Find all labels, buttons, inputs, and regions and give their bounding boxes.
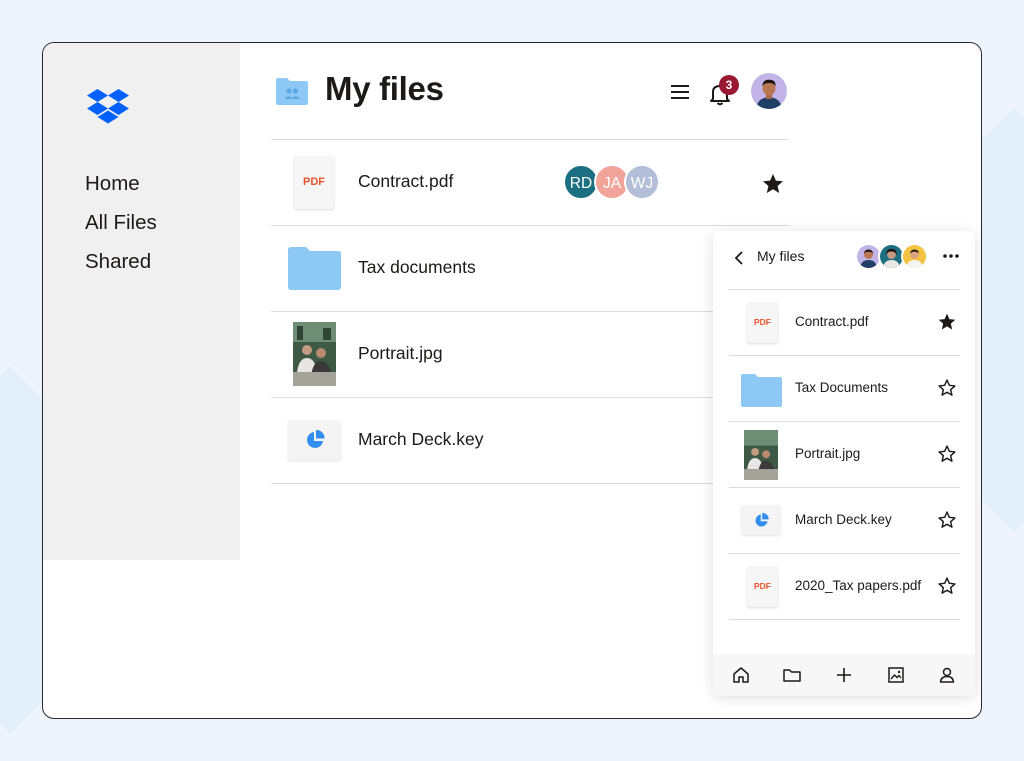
dropbox-logo-icon[interactable] [87,88,129,124]
star-outline-icon[interactable] [937,378,957,398]
plus-icon[interactable] [834,665,854,685]
sidebar: Home All Files Shared [43,43,240,560]
file-name: March Deck.key [795,512,892,527]
collaborator-avatar[interactable]: WJ [624,164,660,200]
panel-header: My files [713,231,975,291]
panel-file-row[interactable]: Tax Documents [729,356,960,422]
notification-badge: 3 [719,75,739,95]
panel-file-row[interactable]: PDF 2020_Tax papers.pdf [729,554,960,620]
sidebar-item-home[interactable]: Home [85,171,157,210]
file-name: 2020_Tax papers.pdf [795,578,922,593]
keynote-file-icon [288,420,341,460]
file-row[interactable]: Tax documents [271,226,789,312]
sidebar-nav: Home All Files Shared [85,171,157,288]
photo-thumbnail [293,322,336,386]
menu-icon[interactable] [669,81,691,103]
app-window: Home All Files Shared My files 3 PDF Con… [42,42,982,719]
pdf-file-icon: PDF [747,566,778,607]
file-name: Portrait.jpg [358,343,443,363]
panel-file-row[interactable]: March Deck.key [729,488,960,554]
mobile-panel: My files PDF Contract.pdf Tax Documents … [713,231,975,696]
file-row[interactable]: Portrait.jpg [271,312,789,398]
folder-icon [288,247,341,290]
star-outline-icon[interactable] [937,576,957,596]
page-title: My files [325,70,444,107]
user-avatar[interactable] [751,73,787,109]
file-name: Tax Documents [795,380,889,395]
star-outline-icon[interactable] [937,444,957,464]
pdf-file-icon: PDF [747,302,778,343]
file-name: Tax documents [358,257,476,277]
file-name: Contract.pdf [358,171,454,191]
panel-file-row[interactable]: PDF Contract.pdf [729,290,960,356]
panel-file-row[interactable]: Portrait.jpg [729,422,960,488]
file-name: March Deck.key [358,429,484,449]
file-row[interactable]: March Deck.key [271,398,789,484]
avatar[interactable] [901,243,928,270]
file-name: Portrait.jpg [795,446,861,461]
chevron-left-icon[interactable] [731,248,747,268]
sidebar-item-all-files[interactable]: All Files [85,210,157,249]
star-outline-icon[interactable] [937,510,957,530]
panel-title: My files [757,248,805,264]
home-icon[interactable] [731,665,751,685]
star-filled-icon[interactable] [937,312,957,332]
photos-icon[interactable] [886,665,906,685]
photo-thumbnail [744,430,778,480]
file-name: Contract.pdf [795,314,869,329]
more-options-icon[interactable] [941,246,961,266]
sidebar-item-shared[interactable]: Shared [85,249,157,288]
pdf-file-icon: PDF [294,156,334,209]
file-row[interactable]: PDF Contract.pdf RD JA WJ [271,140,789,226]
page-header: My files 3 [275,70,793,113]
bottom-tab-bar [713,654,975,696]
folder-icon [741,374,782,407]
panel-file-list: PDF Contract.pdf Tax Documents Portrait.… [729,289,960,620]
shared-folder-icon [276,78,308,105]
star-filled-icon[interactable] [761,172,785,196]
folder-icon[interactable] [782,665,802,685]
account-icon[interactable] [937,665,957,685]
keynote-file-icon [741,505,781,535]
file-list: PDF Contract.pdf RD JA WJ Tax documents [271,139,789,484]
